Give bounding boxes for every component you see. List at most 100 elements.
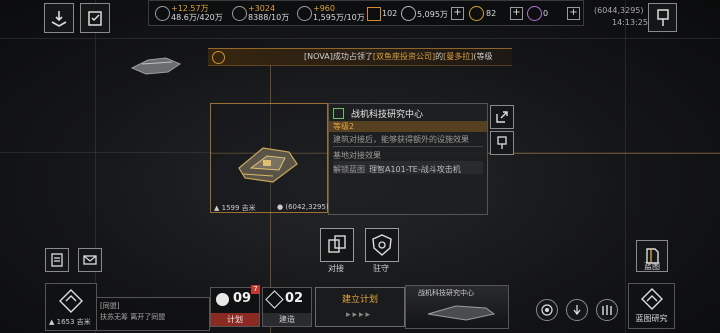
credits-value: 5,095万 xyxy=(417,10,448,19)
blueprint-research-label: 蓝图研究 xyxy=(635,314,668,323)
blueprint-label: 蓝图 xyxy=(644,262,660,271)
premium-value: 0 xyxy=(543,9,549,18)
shield-icon xyxy=(372,234,392,256)
research-icon xyxy=(641,288,663,310)
fleet-distance: ▲ 1653 吉米 xyxy=(49,318,91,326)
fleet-button[interactable]: ▲ 1653 吉米 xyxy=(45,283,97,331)
p-coin-icon xyxy=(527,6,542,21)
build-button[interactable]: 02 建造 xyxy=(262,287,312,327)
gold-add-button[interactable]: + xyxy=(510,7,523,20)
hangar-icon xyxy=(602,305,612,315)
hex-coin-icon xyxy=(469,6,484,21)
notice-prefix: [NOVA]成功占领了 xyxy=(304,52,373,61)
chat-box[interactable]: [同盟] 扶苏无筹 离开了同盟 xyxy=(96,297,210,331)
notice-faction: [双鱼座投资公司] xyxy=(372,52,436,61)
effect-label: 基地对接效果 xyxy=(333,151,381,160)
notice-text: [NOVA]成功占领了[双鱼座投资公司]的[曼多拉](等级 xyxy=(304,49,492,65)
envelope-icon xyxy=(83,255,97,265)
unlock-label: 解锁蓝图 xyxy=(333,165,365,174)
bookmark-button[interactable] xyxy=(648,3,677,32)
pin-icon xyxy=(497,136,507,149)
dock-button[interactable] xyxy=(320,228,354,262)
building-coords-value: (6042,3295) xyxy=(285,203,329,211)
pin-icon xyxy=(656,8,669,26)
radar-icon xyxy=(541,304,553,316)
top-coords: (6044,3295) xyxy=(594,6,644,15)
chat-channel: [同盟] xyxy=(100,302,120,310)
chevron-icon xyxy=(367,7,381,21)
resource-bar: +12.57万 48.6万/420万 +3024 8388/10万 +960 1… xyxy=(148,0,584,26)
building-level: 等级2 xyxy=(333,122,355,131)
grid-line xyxy=(0,38,720,39)
mail-button[interactable] xyxy=(78,248,102,272)
plan-label: 计划 xyxy=(211,313,259,326)
mail-list-button[interactable] xyxy=(45,248,69,272)
plan-button[interactable]: 09 7 计划 xyxy=(210,285,260,327)
locate-button[interactable] xyxy=(566,299,588,321)
resource-ore-delta: +3024 xyxy=(248,4,276,13)
resource-energy-value: 48.6万/420万 xyxy=(171,13,223,22)
building-distance: ▲ 1599 吉米 xyxy=(214,203,256,213)
building-preview[interactable]: 战机科技研究中心 xyxy=(405,285,509,329)
arrow-icons: ▸▸▸▸ xyxy=(346,310,373,320)
share-icon xyxy=(496,111,508,123)
resource-energy-delta: +12.57万 xyxy=(171,4,209,13)
distance-icon: ▲ xyxy=(214,204,220,212)
preview-name: 战机科技研究中心 xyxy=(418,289,474,297)
gold-value: 82 xyxy=(486,9,497,18)
event-notice: [NOVA]成功占领了[双鱼座投资公司]的[曼多拉](等级 xyxy=(208,48,512,66)
garrison-button[interactable] xyxy=(365,228,399,262)
resource-ore: +3024 8388/10万 xyxy=(248,4,289,22)
building-type-icon xyxy=(333,108,344,119)
distant-ship xyxy=(130,57,182,75)
preview-ship-icon xyxy=(427,305,496,321)
task-list-button[interactable] xyxy=(80,3,110,33)
dock-icon xyxy=(328,235,346,253)
g-coin-icon xyxy=(401,6,416,21)
grid-line xyxy=(625,0,626,333)
build-plan-label: 建立计划 xyxy=(341,295,378,305)
plan-icon xyxy=(216,293,229,306)
notice-target: [曼多拉] xyxy=(443,52,474,61)
resource-ore-value: 8388/10万 xyxy=(248,13,290,22)
build-count: 02 xyxy=(285,291,304,306)
building-title: 战机科技研究中心 xyxy=(351,110,424,120)
building-coords: ● (6042,3295) xyxy=(277,203,329,211)
build-icon xyxy=(265,290,284,309)
build-label: 建造 xyxy=(263,313,311,326)
resource-crystal-delta: +960 xyxy=(313,4,335,13)
building-desc: 建筑对接后，能够获得额外的设施效果 xyxy=(333,135,469,144)
credits-add-button[interactable]: + xyxy=(451,7,464,20)
build-plan-button[interactable]: 建立计划 ▸▸▸▸ xyxy=(315,287,405,327)
premium-add-button[interactable]: + xyxy=(567,7,580,20)
blueprint-research-button[interactable]: 蓝图研究 xyxy=(628,283,675,329)
clock: 14:13:25 xyxy=(612,18,648,27)
location-icon: ● xyxy=(277,203,284,211)
plan-count: 09 xyxy=(233,291,252,306)
resource-crystal: +960 1,595万/10万 xyxy=(313,4,365,22)
task-list-icon xyxy=(88,11,102,26)
garrison-label: 驻守 xyxy=(373,264,389,273)
resource-crystal-value: 1,595万/10万 xyxy=(313,13,365,22)
ring-icon xyxy=(232,6,247,21)
document-icon xyxy=(51,253,63,267)
share-button[interactable] xyxy=(490,105,514,129)
building-sprite xyxy=(238,147,298,183)
notice-mid: 的 xyxy=(435,52,444,61)
rank-value: 102 xyxy=(382,9,398,18)
notice-suffix: (等级 xyxy=(473,52,493,61)
alert-icon xyxy=(212,51,225,64)
unlock-value: 理智A101-TE-战斗攻击机 xyxy=(369,165,461,174)
plan-badge: 7 xyxy=(251,285,260,294)
building-selection-frame[interactable]: ▲ 1599 吉米 ● (6042,3295) xyxy=(210,103,329,213)
fleet-list-button[interactable] xyxy=(596,299,618,321)
exit-map-button[interactable] xyxy=(44,3,74,33)
exit-map-icon xyxy=(51,11,67,27)
resource-energy: +12.57万 48.6万/420万 xyxy=(171,4,223,22)
chat-message: 扶苏无筹 离开了同盟 xyxy=(100,313,166,321)
drop-icon xyxy=(297,6,312,21)
fleet-distance-value: 1653 吉米 xyxy=(56,318,91,326)
mark-button[interactable] xyxy=(490,131,514,155)
radar-button[interactable] xyxy=(536,299,558,321)
triangle-icon xyxy=(155,6,170,21)
